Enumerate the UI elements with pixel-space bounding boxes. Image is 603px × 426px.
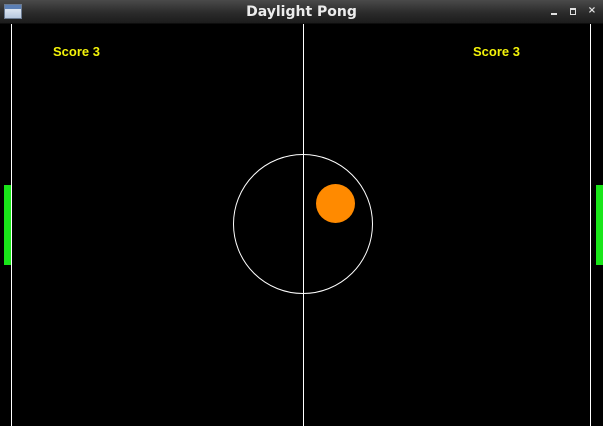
game-window: Daylight Pong × Score 3 Score 3 [0,0,603,426]
title-bar[interactable]: Daylight Pong × [0,0,603,24]
left-paddle [4,185,11,265]
maximize-icon[interactable] [567,5,579,17]
close-icon[interactable]: × [586,5,598,17]
right-player-score: Score 3 [473,44,520,59]
center-circle [233,154,373,294]
right-boundary-line [590,24,591,426]
game-arena[interactable]: Score 3 Score 3 [0,24,603,426]
right-paddle [596,185,603,265]
window-title: Daylight Pong [246,4,357,20]
left-boundary-line [11,24,12,426]
ball [316,184,355,223]
minimize-icon[interactable] [548,5,560,17]
left-player-score: Score 3 [53,44,100,59]
